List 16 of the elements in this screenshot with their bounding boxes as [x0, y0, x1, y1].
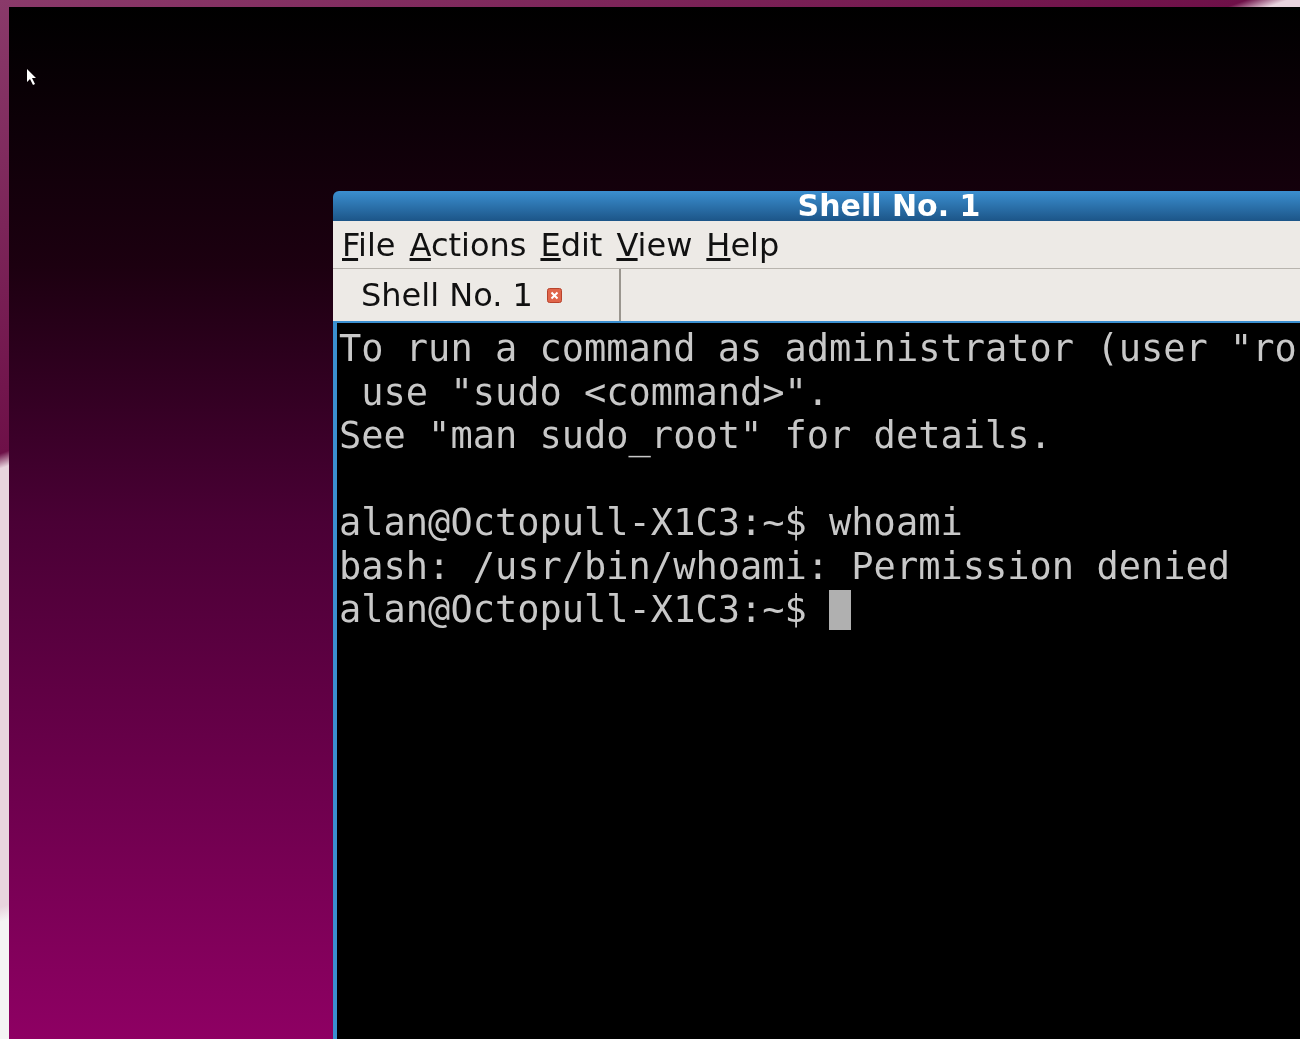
mouse-pointer-icon: [27, 69, 37, 85]
terminal-area[interactable]: To run a command as administrator (user "ro use "sudo <command>". See "man sudo_root" for details. alan@Octopull-X1C3:~$ whoami bash: /usr/bin/whoami: Permission denied alan@Octopull-X1C3:~$: [333, 323, 1300, 1039]
terminal-line: use "sudo <command>".: [360, 370, 830, 414]
window-title: Shell No. 1: [797, 191, 981, 221]
menu-item[interactable]: View: [616, 225, 693, 264]
menu-item[interactable]: Edit: [540, 225, 603, 264]
menu-item[interactable]: File: [342, 225, 396, 264]
terminal-line: bash: /usr/bin/whoami: Permission denied: [339, 544, 1231, 588]
menu-item[interactable]: Actions: [409, 225, 527, 264]
text-cursor: [829, 589, 852, 630]
close-icon[interactable]: [546, 287, 562, 303]
terminal-line: See "man sudo_root" for details.: [339, 414, 1052, 458]
terminal-line: To run a command as administrator (user "ro: [339, 327, 1297, 371]
menu-item[interactable]: Help: [706, 225, 780, 264]
terminal-line: alan@Octopull-X1C3:~$ whoami: [339, 501, 963, 545]
terminal-line: alan@Octopull-X1C3:~$: [339, 588, 808, 632]
